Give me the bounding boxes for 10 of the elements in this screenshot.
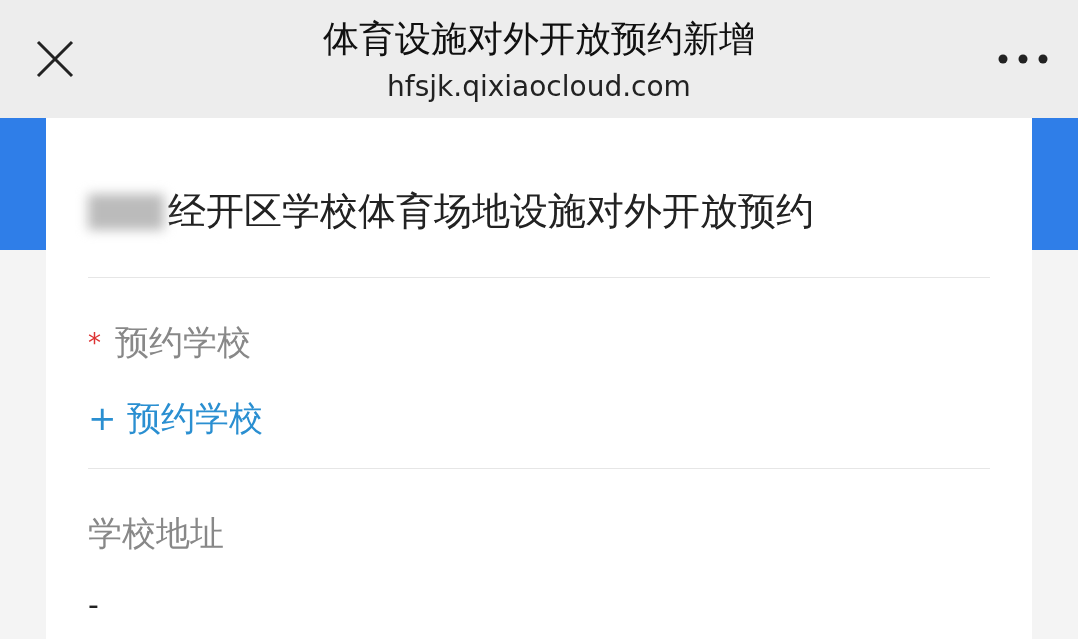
- more-icon[interactable]: [998, 54, 1048, 64]
- required-mark: *: [88, 328, 101, 358]
- field-label: 学校地址: [88, 512, 224, 555]
- page-url: hfsjk.qixiaocloud.com: [387, 70, 691, 103]
- close-icon[interactable]: [35, 39, 75, 79]
- field-label: 预约学校: [115, 321, 251, 364]
- form-title: 经开区学校体育场地设施对外开放预约: [168, 188, 814, 235]
- page-title: 体育设施对外开放预约新增: [323, 17, 755, 61]
- add-school-link[interactable]: + 预约学校: [88, 396, 264, 442]
- field-value: -: [88, 587, 100, 622]
